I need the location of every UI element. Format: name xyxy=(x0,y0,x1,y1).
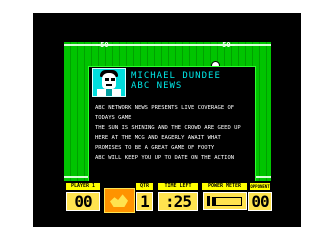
time-left-value: :25 xyxy=(165,192,192,211)
player1-label: PLAYER 1 xyxy=(66,183,100,190)
power-meter-fill xyxy=(213,198,217,205)
power-meter xyxy=(203,192,247,210)
opponent-score-value: 00 xyxy=(251,192,269,211)
yard-marker-top-right: —50— xyxy=(218,41,235,49)
opponent-label: OPPONENT xyxy=(250,183,270,190)
game-screen: —50— —50— —50— —50— MICHAEL DUNDEE ABC N… xyxy=(0,0,334,241)
yard-marker-top-left: —50— xyxy=(96,41,113,49)
news-line: PROMISES TO BE A GREAT GAME OF FOOTY xyxy=(95,145,215,151)
power-meter-label: POWER METER xyxy=(202,183,247,190)
news-line: TODAYS GAME xyxy=(95,115,132,121)
news-text: ABC NETWORK NEWS PRESENTS LIVE COVERAGE … xyxy=(95,103,253,163)
power-meter-tick xyxy=(207,196,210,206)
news-line: THE SUN IS SHINING AND THE CROWD ARE GEE… xyxy=(95,125,241,131)
opponent-score: 00 xyxy=(248,192,272,211)
news-line: ABC NETWORK NEWS PRESENTS LIVE COVERAGE … xyxy=(95,105,235,111)
reporter-name: MICHAEL DUNDEE xyxy=(131,71,221,81)
qtr-value: 1 xyxy=(140,192,150,211)
power-meter-track xyxy=(212,197,242,206)
player1-score-value: 00 xyxy=(74,192,92,211)
reporter-portrait xyxy=(92,68,126,97)
player1-score: 00 xyxy=(66,192,100,211)
badge-emblem xyxy=(110,194,128,207)
news-line: HERE AT THE MCG AND EAGERLY AWAIT WHAT xyxy=(95,135,221,141)
qtr-box: 1 xyxy=(136,192,153,211)
team-badge-icon xyxy=(104,188,135,213)
reporter-station: ABC NEWS xyxy=(131,81,183,91)
time-left-label: TIME LEFT xyxy=(158,183,198,190)
qtr-label: QTR xyxy=(136,183,153,190)
time-left-box: :25 xyxy=(158,192,198,211)
news-line: ABC WILL KEEP YOU UP TO DATE ON THE ACTI… xyxy=(95,155,235,161)
